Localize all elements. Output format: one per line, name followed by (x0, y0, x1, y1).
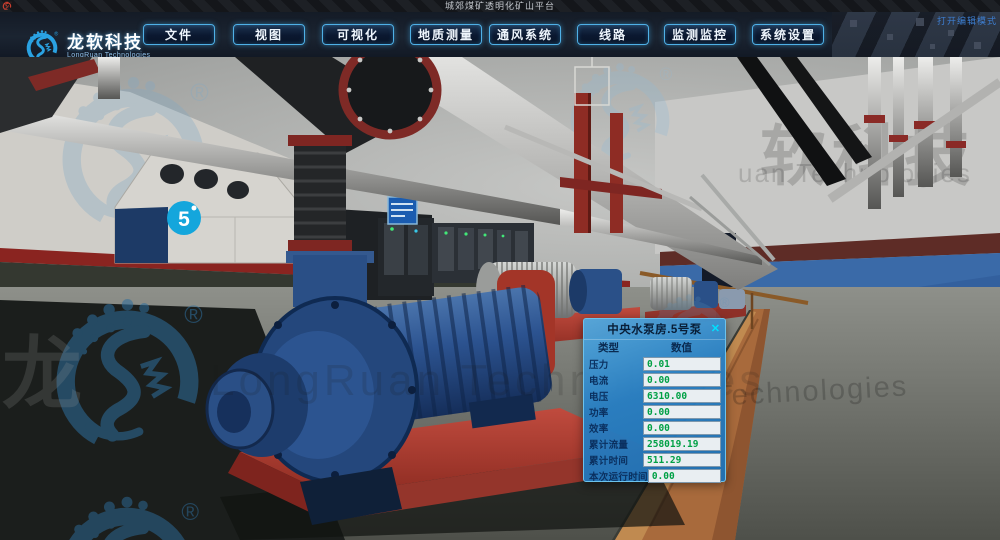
pump-number-badge[interactable]: 5 (167, 201, 201, 235)
window-title-bar: 城郊煤矿透明化矿山平台 (0, 0, 1000, 12)
pump-data-panel: 中央水泵房.5号泵 ✕ 类型 数值 压力 0.01 电流 0.00 电压 631… (583, 318, 726, 482)
table-row: 电流 0.00 (589, 372, 721, 388)
row-label: 电压 (589, 389, 643, 403)
menu-view[interactable]: 视图 (233, 24, 305, 45)
row-value-field: 0.00 (643, 405, 721, 419)
brand-name: 龙软科技 (67, 34, 150, 52)
table-row: 效率 0.00 (589, 420, 721, 436)
panel-close-button[interactable]: ✕ (711, 322, 720, 335)
menu-file[interactable]: 文件 (143, 24, 215, 45)
row-label: 累计时间 (589, 453, 643, 467)
row-value-field: 6310.00 (643, 389, 721, 403)
row-label: 电流 (589, 373, 643, 387)
row-value-field: 0.01 (643, 357, 721, 371)
row-value-field: 258019.19 (643, 437, 721, 451)
table-row: 电压 6310.00 (589, 388, 721, 404)
row-label: 压力 (589, 357, 643, 371)
pump-data-panel-title: 中央水泵房.5号泵 (607, 321, 702, 337)
table-row: 功率 0.00 (589, 404, 721, 420)
window-title: 城郊煤矿透明化矿山平台 (445, 0, 555, 12)
table-row: 压力 0.01 (589, 356, 721, 372)
row-value-field: 0.00 (648, 469, 721, 483)
column-header-value: 数值 (671, 340, 692, 355)
main-header: 龙软科技 LongRuan Technologies 文件 视图 可视化 地质测… (0, 12, 1000, 59)
row-value-field: 0.00 (643, 421, 721, 435)
menu-geological-survey[interactable]: 地质测量 (410, 24, 482, 45)
menu-visualization[interactable]: 可视化 (322, 24, 394, 45)
app-dragon-icon (2, 1, 12, 11)
open-edit-mode-toggle[interactable]: 打开编辑模式 (937, 14, 997, 27)
scene-3d-viewport[interactable]: ® 软科技 uan Technologies (0, 57, 1000, 540)
table-row: 累计时间 511.29 (589, 452, 721, 468)
table-row: 累计流量 258019.19 (589, 436, 721, 452)
svg-text:5: 5 (178, 208, 190, 231)
menu-system-settings[interactable]: 系统设置 (752, 24, 824, 45)
watermark-cn-char: 龙 (2, 330, 82, 419)
application-window: 城郊煤矿透明化矿山平台 龙软科技 LongRuan Technologies 文… (0, 0, 1000, 540)
column-header-type: 类型 (598, 340, 619, 355)
menu-lines[interactable]: 线路 (577, 24, 649, 45)
row-label: 效率 (589, 421, 643, 435)
row-label: 本次运行时间 (589, 469, 648, 483)
table-row: 本次运行时间 0.00 (589, 468, 721, 484)
pump-data-rows: 压力 0.01 电流 0.00 电压 6310.00 功率 0.00 效率 0.… (584, 355, 725, 484)
row-label: 累计流量 (589, 437, 643, 451)
pump-data-panel-header[interactable]: 中央水泵房.5号泵 ✕ (584, 319, 725, 340)
row-value-field: 511.29 (643, 453, 721, 467)
row-label: 功率 (589, 405, 643, 419)
menu-ventilation-system[interactable]: 通风系统 (489, 24, 561, 45)
row-value-field: 0.00 (643, 373, 721, 387)
menu-monitoring[interactable]: 监测监控 (664, 24, 736, 45)
